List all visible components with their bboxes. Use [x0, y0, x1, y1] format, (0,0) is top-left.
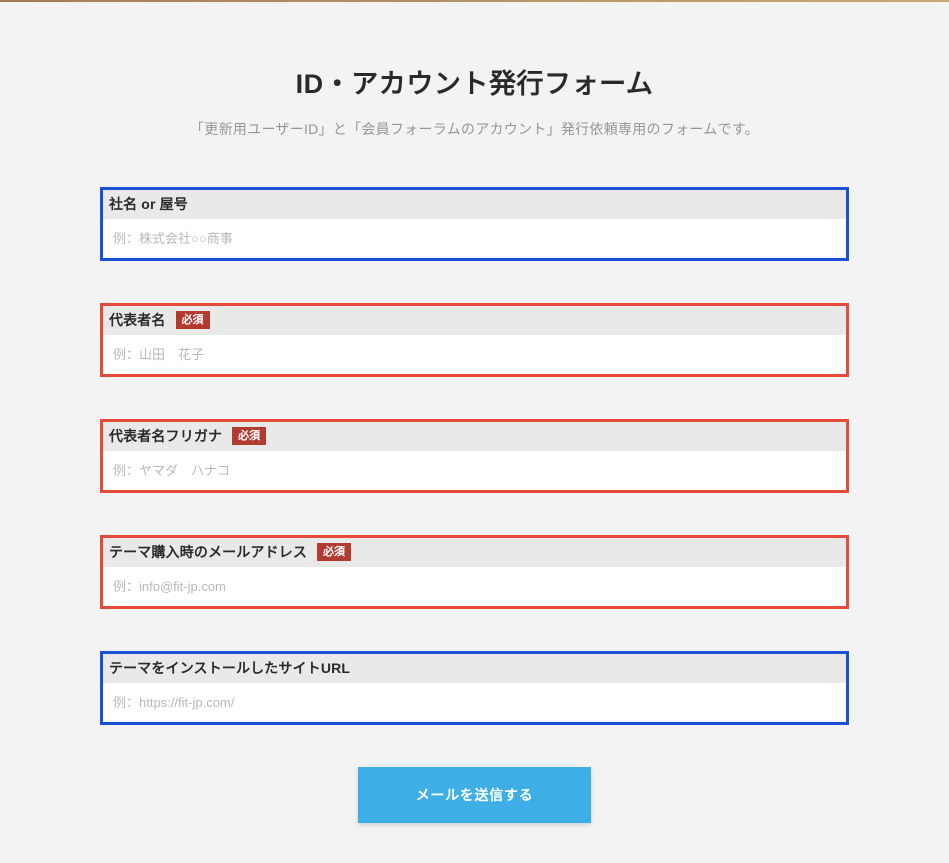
site-url-label: テーマをインストールしたサイトURL: [109, 658, 350, 678]
page-title: ID・アカウント発行フォーム: [100, 62, 849, 101]
field-site-url: テーマをインストールしたサイトURL: [100, 651, 849, 725]
rep-name-label: 代表者名: [109, 310, 166, 330]
field-label-row: テーマをインストールしたサイトURL: [103, 654, 846, 683]
rep-name-input[interactable]: [103, 335, 846, 374]
field-rep-kana: 代表者名フリガナ 必須: [100, 419, 849, 493]
required-badge: 必須: [176, 311, 210, 330]
required-badge: 必須: [317, 543, 351, 562]
submit-button[interactable]: メールを送信する: [358, 767, 592, 823]
field-rep-name: 代表者名 必須: [100, 303, 849, 377]
field-label-row: テーマ購入時のメールアドレス 必須: [103, 538, 846, 567]
field-label-row: 社名 or 屋号: [103, 190, 846, 219]
company-label: 社名 or 屋号: [109, 194, 188, 214]
rep-kana-input[interactable]: [103, 451, 846, 490]
email-input[interactable]: [103, 567, 846, 606]
required-badge: 必須: [232, 427, 266, 446]
field-company: 社名 or 屋号: [100, 187, 849, 261]
field-label-row: 代表者名 必須: [103, 306, 846, 335]
site-url-input[interactable]: [103, 683, 846, 722]
field-email: テーマ購入時のメールアドレス 必須: [100, 535, 849, 609]
email-label: テーマ購入時のメールアドレス: [109, 542, 307, 562]
submit-row: メールを送信する: [100, 767, 849, 823]
form-container: ID・アカウント発行フォーム 「更新用ユーザーID」と「会員フォーラムのアカウン…: [0, 2, 949, 863]
rep-kana-label: 代表者名フリガナ: [109, 426, 222, 446]
company-input[interactable]: [103, 219, 846, 258]
field-label-row: 代表者名フリガナ 必須: [103, 422, 846, 451]
page-subtitle: 「更新用ユーザーID」と「会員フォーラムのアカウント」発行依頼専用のフォームです…: [100, 119, 849, 139]
id-account-form: 社名 or 屋号 代表者名 必須 代表者名フリガナ 必須 テーマ購入時のメールア…: [100, 187, 849, 823]
